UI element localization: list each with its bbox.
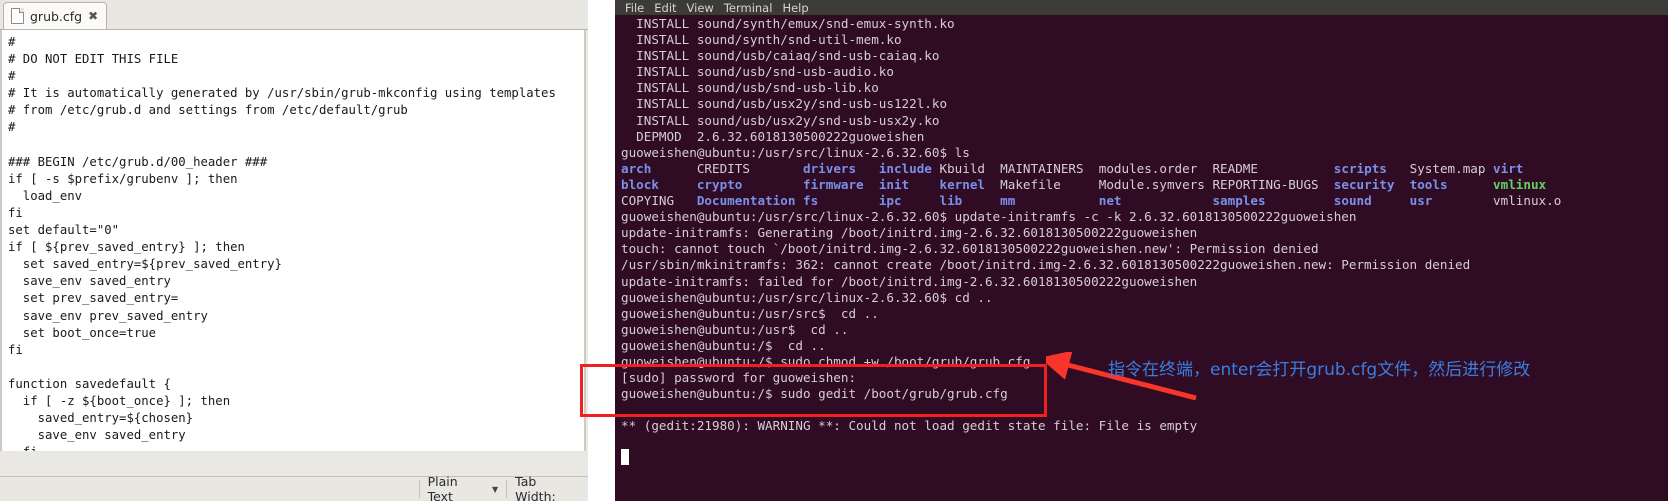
menu-terminal[interactable]: Terminal [719, 1, 778, 15]
terminal-cursor [621, 449, 629, 465]
menu-edit[interactable]: Edit [649, 1, 681, 15]
terminal-line: INSTALL sound/usb/snd-usb-lib.ko [621, 80, 879, 96]
terminal-left-gap [588, 15, 615, 501]
terminal-line: guoweishen@ubuntu:/$ cd .. [621, 337, 826, 353]
status-cursor-position [0, 477, 419, 501]
terminal-line: INSTALL sound/synth/snd-util-mem.ko [621, 32, 902, 48]
terminal-menu-bar: File Edit View Terminal Help [615, 0, 1668, 15]
terminal-line: guoweishen@ubuntu:/usr/src$ cd .. [621, 305, 879, 321]
terminal-ls-row: block crypto firmware init kernel Makefi… [621, 176, 1547, 192]
terminal-line: INSTALL sound/usb/usx2y/snd-usb-us122l.k… [621, 96, 948, 112]
gedit-left-margin [0, 30, 6, 451]
terminal-line: guoweishen@ubuntu:/usr$ cd .. [621, 321, 849, 337]
terminal-ls-row: COPYING Documentation fs ipc lib mm net … [621, 193, 1562, 209]
document-icon [11, 8, 24, 24]
terminal-line: touch: cannot touch `/boot/initrd.img-2.… [621, 241, 1319, 257]
status-tab-width[interactable]: Tab Width: [507, 474, 588, 501]
menu-view[interactable]: View [682, 1, 719, 15]
gedit-text-editor[interactable]: # # DO NOT EDIT THIS FILE # # It is auto… [0, 30, 586, 451]
terminal-line: guoweishen@ubuntu:/usr/src/linux-2.6.32.… [621, 144, 970, 160]
status-language-selector[interactable]: Plain Text ▼ [420, 474, 507, 501]
terminal-line: guoweishen@ubuntu:/usr/src/linux-2.6.32.… [621, 209, 1357, 225]
terminal-line: update-initramfs: Generating /boot/initr… [621, 225, 1198, 241]
gedit-window: grub.cfg ✖ # # DO NOT EDIT THIS FILE # #… [0, 0, 588, 501]
terminal-line: /usr/sbin/mkinitramfs: 362: cannot creat… [621, 257, 1471, 273]
terminal-line: INSTALL sound/usb/snd-usb-audio.ko [621, 64, 894, 80]
terminal-line: guoweishen@ubuntu:/usr/src/linux-2.6.32.… [621, 289, 993, 305]
terminal-output-area[interactable]: INSTALL sound/synth/emux/snd-emux-synth.… [615, 15, 1668, 501]
terminal-line: ** (gedit:21980): WARNING **: Could not … [621, 418, 1198, 434]
menu-file[interactable]: File [620, 1, 649, 15]
grub-cfg-source[interactable]: # # DO NOT EDIT THIS FILE # # It is auto… [8, 34, 556, 451]
annotation-text: 指令在终端，enter会打开grub.cfg文件，然后进行修改 [1108, 360, 1531, 380]
terminal-line: update-initramfs: failed for /boot/initr… [621, 273, 1198, 289]
menu-help[interactable]: Help [777, 1, 813, 15]
gedit-tab-bar: grub.cfg ✖ [0, 0, 588, 30]
terminal-line: DEPMOD 2.6.32.6018130500222guoweishen [621, 128, 925, 144]
status-tab-width-label: Tab Width: [515, 474, 556, 501]
terminal-line: INSTALL sound/synth/emux/snd-emux-synth.… [621, 16, 955, 31]
terminal-ls-row: arch CREDITS drivers include Kbuild MAIN… [621, 160, 1524, 176]
gedit-status-bar: Plain Text ▼ Tab Width: [0, 474, 588, 501]
terminal-window: File Edit View Terminal Help INSTALL sou… [588, 0, 1668, 501]
chevron-down-icon: ▼ [492, 484, 499, 494]
terminal-line: INSTALL sound/usb/caiaq/snd-usb-caiaq.ko [621, 48, 940, 64]
status-language-label: Plain Text [427, 474, 458, 501]
tab-label: grub.cfg [30, 8, 83, 24]
tab-grub-cfg[interactable]: grub.cfg ✖ [3, 2, 108, 29]
terminal-line: guoweishen@ubuntu:/$ sudo gedit /boot/gr… [621, 386, 1008, 402]
close-icon[interactable]: ✖ [88, 10, 98, 22]
terminal-line: INSTALL sound/usb/usx2y/snd-usb-usx2y.ko [621, 112, 940, 128]
